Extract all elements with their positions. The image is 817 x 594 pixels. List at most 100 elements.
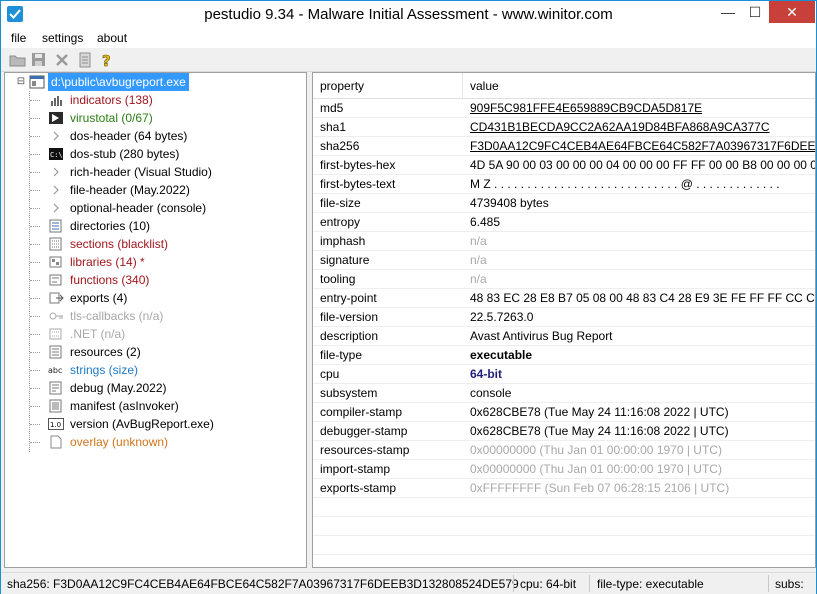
property-cell: cpu [320, 367, 340, 381]
tree-connector-dash [30, 334, 40, 335]
table-row[interactable]: tooling n/a [313, 270, 815, 289]
tree-item[interactable]: .NET (n/a) [5, 325, 305, 343]
property-cell: description [320, 329, 379, 343]
libraries-icon [48, 255, 64, 269]
tree-connector-dash [30, 388, 40, 389]
tree-connector-dash [30, 370, 40, 371]
property-cell: entropy [320, 215, 361, 229]
column-header-value[interactable]: value [470, 79, 499, 93]
tree-item-label[interactable]: directories (10) [70, 217, 150, 235]
tree-item-label[interactable]: libraries (14) * [70, 253, 145, 271]
menu-settings[interactable]: settings [42, 31, 83, 45]
value-cell: Avast Antivirus Bug Report [470, 329, 613, 343]
table-row[interactable]: exports-stamp 0xFFFFFFFF (Sun Feb 07 06:2… [313, 479, 815, 498]
tree-item-label[interactable]: dos-header (64 bytes) [70, 127, 187, 145]
tree-item[interactable]: directories (10) [5, 217, 305, 235]
tree-item-label[interactable]: optional-header (console) [70, 199, 206, 217]
tree-item-label[interactable]: strings (size) [70, 361, 138, 379]
tree-item[interactable]: virustotal (0/67) [5, 109, 305, 127]
close-button[interactable]: ✕ [769, 1, 815, 23]
pestudio-window: pestudio 9.34 - Malware Initial Assessme… [0, 0, 817, 594]
save-icon[interactable] [30, 51, 48, 69]
table-row[interactable]: subsystem console [313, 384, 815, 403]
menu-about[interactable]: about [97, 31, 127, 45]
tree-item-label[interactable]: resources (2) [70, 343, 141, 361]
svg-text:?: ? [102, 52, 111, 69]
table-row[interactable]: resources-stamp 0x00000000 (Thu Jan 01 00… [313, 441, 815, 460]
tree-item[interactable]: optional-header (console) [5, 199, 305, 217]
tree-root-label[interactable]: d:\public\avbugreport.exe [48, 73, 189, 91]
tree-panel[interactable]: ⊟ d:\public\avbugreport.exe indicators (… [4, 72, 307, 568]
table-row[interactable]: cpu 64-bit [313, 365, 815, 384]
table-row[interactable]: compiler-stamp 0x628CBE78 (Tue May 24 11:… [313, 403, 815, 422]
tree-item-label[interactable]: indicators (138) [70, 91, 153, 109]
table-row[interactable]: import-stamp 0x00000000 (Thu Jan 01 00:00… [313, 460, 815, 479]
properties-table[interactable]: property value md5 909F5C981FFE4E659889CB… [312, 72, 816, 568]
tree-item[interactable]: tls-callbacks (n/a) [5, 307, 305, 325]
tree-item-label[interactable]: manifest (asInvoker) [70, 397, 179, 415]
table-row[interactable]: description Avast Antivirus Bug Report [313, 327, 815, 346]
table-row[interactable]: debugger-stamp 0x628CBE78 (Tue May 24 11:… [313, 422, 815, 441]
tree-item[interactable]: exports (4) [5, 289, 305, 307]
value-cell[interactable]: CD431B1BECDA9CC2A62AA19D84BFA868A9CA377C [470, 118, 770, 136]
table-row[interactable]: file-size 4739408 bytes [313, 194, 815, 213]
table-row[interactable]: entry-point 48 83 EC 28 E8 B7 05 08 00 48… [313, 289, 815, 308]
close-file-icon[interactable] [53, 51, 71, 69]
tree-root[interactable]: ⊟ d:\public\avbugreport.exe [5, 73, 305, 91]
open-folder-icon[interactable] [9, 51, 27, 69]
property-cell: resources-stamp [320, 443, 410, 457]
tree-item[interactable]: manifest (asInvoker) [5, 397, 305, 415]
tree-item-label[interactable]: file-header (May.2022) [70, 181, 190, 199]
tree-item[interactable]: rich-header (Visual Studio) [5, 163, 305, 181]
table-row[interactable]: file-type executable [313, 346, 815, 365]
tree-item[interactable]: sections (blacklist) [5, 235, 305, 253]
tree-item[interactable]: C:\ dos-stub (280 bytes) [5, 145, 305, 163]
tree-item[interactable]: dos-header (64 bytes) [5, 127, 305, 145]
table-row[interactable]: sha1 CD431B1BECDA9CC2A62AA19D84BFA868A9CA… [313, 118, 815, 137]
tree-item[interactable]: file-header (May.2022) [5, 181, 305, 199]
document-icon[interactable] [76, 51, 94, 69]
table-row[interactable]: first-bytes-hex 4D 5A 90 00 03 00 00 00 0… [313, 156, 815, 175]
tree-item[interactable]: resources (2) [5, 343, 305, 361]
tree-item[interactable]: 1.0 version (AvBugReport.exe) [5, 415, 305, 433]
table-row[interactable]: imphash n/a [313, 232, 815, 251]
collapse-icon[interactable]: ⊟ [13, 75, 29, 89]
table-row[interactable]: entropy 6.485 [313, 213, 815, 232]
tree-item-label[interactable]: overlay (unknown) [70, 433, 168, 451]
tree-item-label[interactable]: virustotal (0/67) [70, 109, 153, 127]
tree-item-label[interactable]: rich-header (Visual Studio) [70, 163, 212, 181]
minimize-button[interactable]: — [715, 1, 741, 25]
tree-item-label[interactable]: version (AvBugReport.exe) [70, 415, 214, 433]
table-row[interactable]: signature n/a [313, 251, 815, 270]
status-separator [768, 575, 769, 592]
tree-item[interactable]: abc strings (size) [5, 361, 305, 379]
table-row[interactable]: first-bytes-text M Z . . . . . . . . . . … [313, 175, 815, 194]
column-header-property[interactable]: property [320, 79, 364, 93]
tree-item[interactable]: overlay (unknown) [5, 433, 305, 451]
tree-item-label[interactable]: dos-stub (280 bytes) [70, 145, 179, 163]
resources-icon [48, 345, 64, 359]
column-divider[interactable] [462, 73, 463, 99]
tree-item-label[interactable]: debug (May.2022) [70, 379, 167, 397]
value-cell[interactable]: F3D0AA12C9FC4CEB4AE64FBCE64C582F7A039673… [470, 137, 815, 155]
table-row[interactable]: md5 909F5C981FFE4E659889CB9CDA5D817E [313, 99, 815, 118]
value-cell: n/a [470, 272, 487, 286]
tree-item-label[interactable]: .NET (n/a) [70, 325, 125, 343]
property-cell: compiler-stamp [320, 405, 403, 419]
help-icon[interactable]: ? [98, 51, 116, 71]
value-cell: executable [470, 348, 533, 362]
tree-item[interactable]: debug (May.2022) [5, 379, 305, 397]
tree-item-label[interactable]: functions (340) [70, 271, 149, 289]
tree-item-label[interactable]: sections (blacklist) [70, 235, 168, 253]
value-cell[interactable]: 909F5C981FFE4E659889CB9CDA5D817E [470, 99, 702, 117]
menu-file[interactable]: file [11, 31, 26, 45]
maximize-button[interactable]: ☐ [742, 1, 768, 25]
tree-item[interactable]: functions (340) [5, 271, 305, 289]
tree-item-label[interactable]: exports (4) [70, 289, 127, 307]
table-row[interactable]: sha256 F3D0AA12C9FC4CEB4AE64FBCE64C582F7A… [313, 137, 815, 156]
tree-item[interactable]: indicators (138) [5, 91, 305, 109]
title-bar[interactable]: pestudio 9.34 - Malware Initial Assessme… [1, 1, 816, 29]
tree-item[interactable]: libraries (14) * [5, 253, 305, 271]
tree-item-label[interactable]: tls-callbacks (n/a) [70, 307, 163, 325]
table-row[interactable]: file-version 22.5.7263.0 [313, 308, 815, 327]
